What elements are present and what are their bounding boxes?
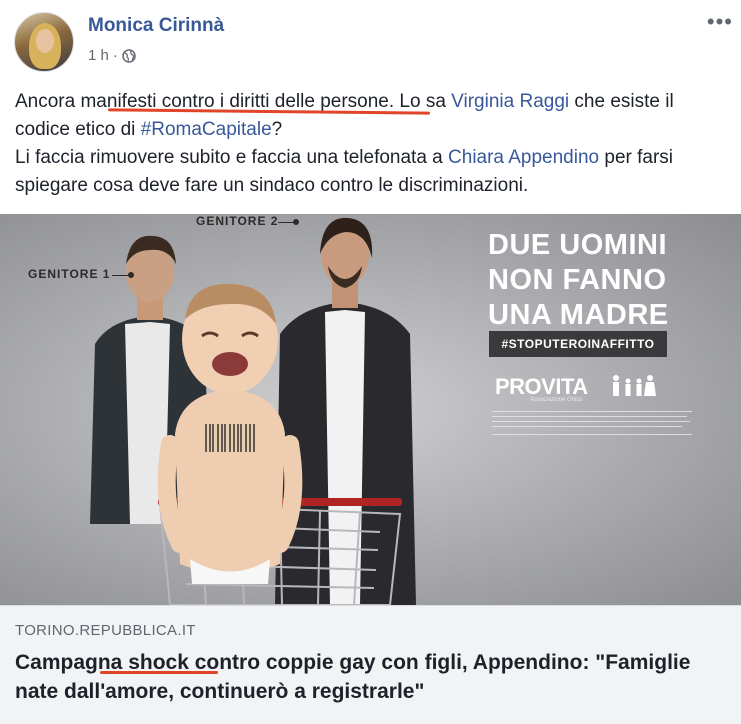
avatar[interactable] bbox=[14, 12, 74, 72]
mention-virginia-raggi[interactable]: Virginia Raggi bbox=[451, 91, 569, 112]
post-time[interactable]: 1 h bbox=[88, 47, 109, 64]
globe-icon[interactable] bbox=[122, 48, 136, 63]
meta-separator: · bbox=[112, 47, 118, 64]
mention-chiara-appendino[interactable]: Chiara Appendino bbox=[448, 147, 599, 168]
post-paragraph-2: Li faccia rimuovere subito e faccia una … bbox=[15, 147, 674, 196]
label-dot-2 bbox=[293, 219, 299, 225]
fine-print-line bbox=[492, 434, 692, 435]
hashtag-romacapitale[interactable]: #RomaCapitale bbox=[141, 119, 272, 140]
post-meta: 1 h · bbox=[88, 47, 136, 64]
post-image[interactable]: GENITORE 1 GENITORE 2 DUE UOMINI NON FAN… bbox=[0, 214, 741, 605]
author-name[interactable]: Monica Cirinnà bbox=[88, 15, 224, 37]
highlight-underline-headline bbox=[100, 671, 218, 674]
ad-title: DUE UOMINI NON FANNO UNA MADRE bbox=[488, 229, 669, 331]
post-text: Ancora manifesti contro i diritti delle … bbox=[15, 88, 730, 200]
link-headline[interactable]: Campagna shock contro coppie gay con fig… bbox=[15, 648, 730, 706]
fine-print-line bbox=[492, 411, 692, 412]
family-logo-icon bbox=[613, 375, 656, 396]
fine-print-line bbox=[492, 426, 682, 427]
label-genitore-2: GENITORE 2 bbox=[196, 214, 279, 228]
label-dot-1 bbox=[128, 272, 134, 278]
fine-print-line bbox=[492, 416, 687, 417]
more-options-button[interactable]: ••• bbox=[707, 11, 733, 33]
link-source-domain: TORINO.REPUBBLICA.IT bbox=[15, 622, 196, 639]
post-paragraph-1: Ancora manifesti contro i diritti delle … bbox=[15, 91, 674, 140]
ad-hashtag-badge: #STOPUTEROINAFFITTO bbox=[489, 331, 667, 357]
label-genitore-1: GENITORE 1 bbox=[28, 267, 111, 281]
post-header: Monica Cirinnà 1 h · ••• bbox=[0, 0, 741, 80]
link-preview[interactable]: TORINO.REPUBBLICA.IT Campagna shock cont… bbox=[0, 605, 741, 724]
label-line-2 bbox=[278, 222, 294, 223]
provita-subtitle: Associazione Onlus bbox=[530, 397, 583, 403]
fine-print-line bbox=[492, 421, 690, 422]
baby-figure bbox=[157, 283, 303, 584]
